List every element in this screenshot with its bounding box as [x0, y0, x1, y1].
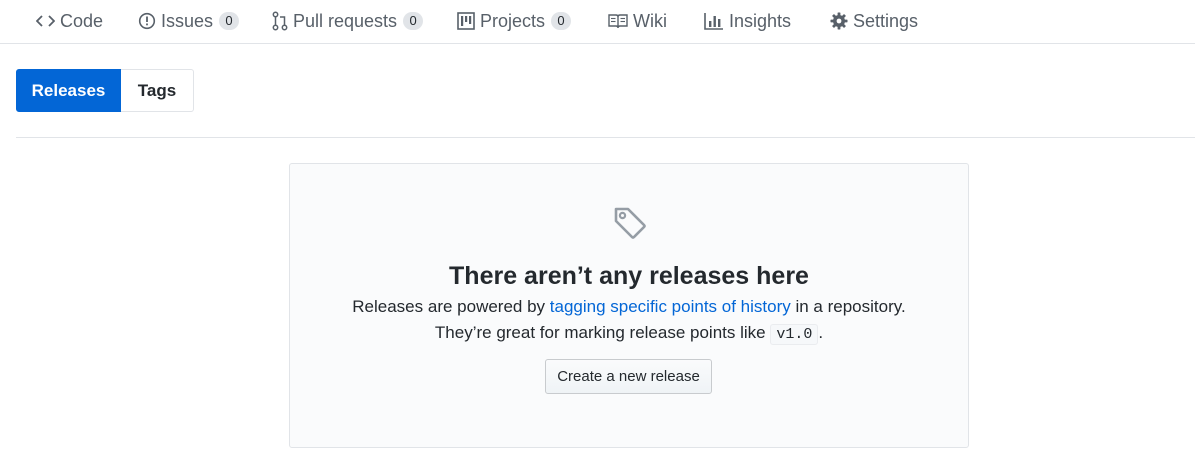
- description-text: .: [818, 323, 824, 342]
- nav-item-issues[interactable]: Issues 0: [138, 9, 240, 33]
- nav-item-label: Wiki: [633, 10, 667, 31]
- nav-item-insights[interactable]: Insights: [704, 9, 791, 33]
- nav-item-label: Code: [60, 10, 104, 31]
- description-text: in a repository.: [790, 297, 906, 316]
- repo-nav: Code Issues 0 Pull requests 0 Projects 0: [0, 0, 1195, 44]
- nav-item-label: Issues: [161, 10, 214, 31]
- pull-requests-counter: 0: [403, 12, 424, 30]
- book-icon: [608, 14, 628, 29]
- tab-releases[interactable]: Releases: [16, 69, 121, 112]
- graph-icon: [704, 13, 723, 30]
- create-release-button[interactable]: Create a new release: [545, 359, 712, 394]
- nav-item-label: Pull requests: [293, 10, 398, 31]
- description-text: Releases are powered by: [352, 297, 550, 316]
- version-example-code: v1.0: [770, 324, 819, 345]
- project-icon: [457, 12, 475, 30]
- tab-tags[interactable]: Tags: [121, 69, 194, 112]
- gear-icon: [830, 12, 848, 30]
- pull-request-icon: [272, 11, 288, 31]
- issue-icon: [138, 12, 156, 30]
- nav-item-projects[interactable]: Projects 0: [457, 9, 572, 33]
- tag-icon: [614, 207, 646, 239]
- nav-item-label: Projects: [480, 10, 546, 31]
- code-icon: [36, 15, 55, 27]
- projects-counter: 0: [551, 12, 572, 30]
- nav-item-label: Insights: [729, 10, 792, 31]
- empty-state-description-line2: They’re great for marking release points…: [290, 323, 968, 345]
- empty-state-title: There aren’t any releases here: [449, 262, 809, 290]
- tagging-docs-link[interactable]: tagging specific points of history: [550, 297, 791, 316]
- empty-state-description-line1: Releases are powered by tagging specific…: [290, 297, 968, 317]
- nav-item-pull-requests[interactable]: Pull requests 0: [272, 9, 424, 33]
- nav-item-wiki[interactable]: Wiki: [608, 9, 667, 33]
- nav-item-settings[interactable]: Settings: [830, 9, 918, 33]
- description-text: They’re great for marking release points…: [434, 323, 771, 342]
- releases-subnav: Releases Tags: [16, 69, 194, 112]
- issues-counter: 0: [219, 12, 240, 30]
- nav-item-code[interactable]: Code: [36, 9, 103, 33]
- nav-item-label: Settings: [853, 10, 919, 31]
- section-divider: [16, 137, 1195, 138]
- empty-releases-blankslate: There aren’t any releases here Releases …: [289, 163, 969, 448]
